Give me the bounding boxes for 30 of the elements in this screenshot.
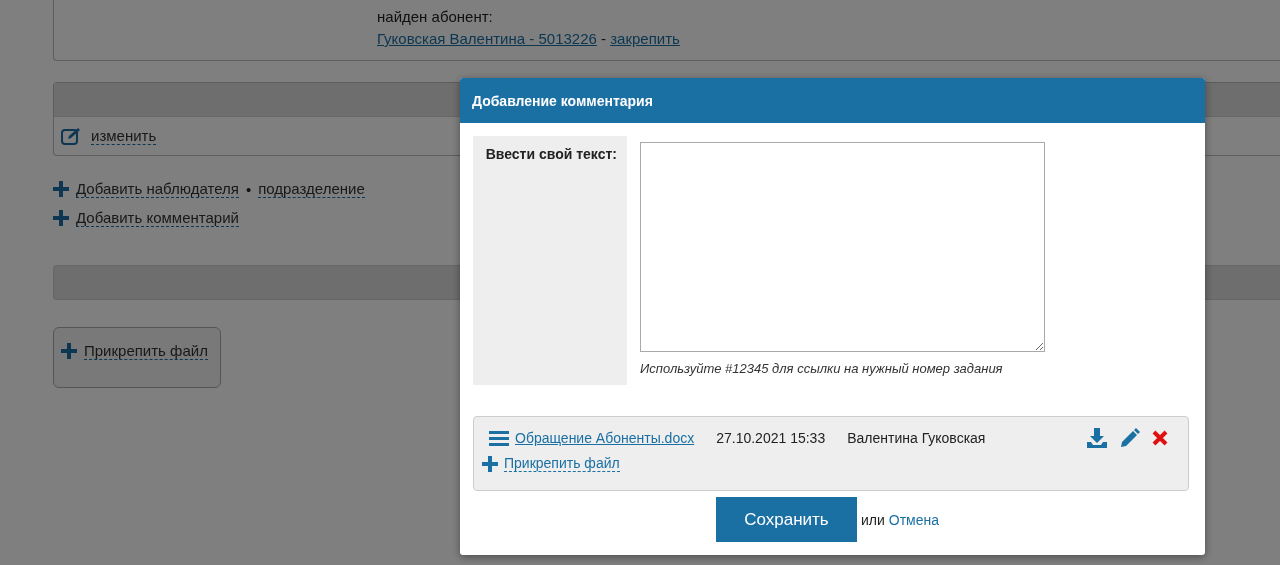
menu-icon[interactable] [489, 430, 509, 446]
edit-icon [61, 127, 83, 145]
plus-icon [482, 455, 498, 472]
add-comment-link[interactable]: Добавить комментарий [76, 209, 239, 227]
delete-icon[interactable] [1152, 430, 1168, 446]
cancel-link[interactable]: Отмена [888, 511, 939, 528]
department-link[interactable]: подразделение [258, 180, 365, 198]
plus-icon [53, 210, 69, 226]
attach-file-link[interactable]: Прикрепить файл [504, 455, 620, 472]
file-date: 27.10.2021 15:33 [716, 430, 826, 446]
plus-icon [61, 343, 77, 359]
bullet-text: • [245, 180, 252, 198]
pin-link[interactable]: закрепить [610, 30, 680, 47]
attach-file-link[interactable]: Прикрепить файл [84, 342, 208, 360]
dialog-title: Добавление комментария [460, 78, 1205, 123]
comment-field[interactable] [640, 142, 1045, 352]
separator-text: - [601, 30, 606, 47]
file-author: Валентина Гуковская [847, 430, 986, 446]
plus-icon [53, 181, 69, 197]
edit-link[interactable]: изменить [91, 127, 157, 145]
save-button[interactable]: Сохранить [715, 497, 857, 542]
or-text: или [860, 511, 885, 528]
pencil-icon[interactable] [1120, 428, 1140, 448]
field-label: Ввести свой текст: [473, 136, 627, 385]
add-watcher-link[interactable]: Добавить наблюдателя [76, 180, 239, 198]
file-link[interactable]: Обращение Абоненты.docx [515, 430, 695, 446]
hint-text: Используйте #12345 для ссылки на нужный номер задания [640, 361, 1004, 376]
field-label: найден абонент: [377, 7, 494, 27]
download-icon[interactable] [1086, 427, 1108, 449]
subscriber-link[interactable]: Гуковская Валентина - 5013226 [377, 30, 597, 47]
